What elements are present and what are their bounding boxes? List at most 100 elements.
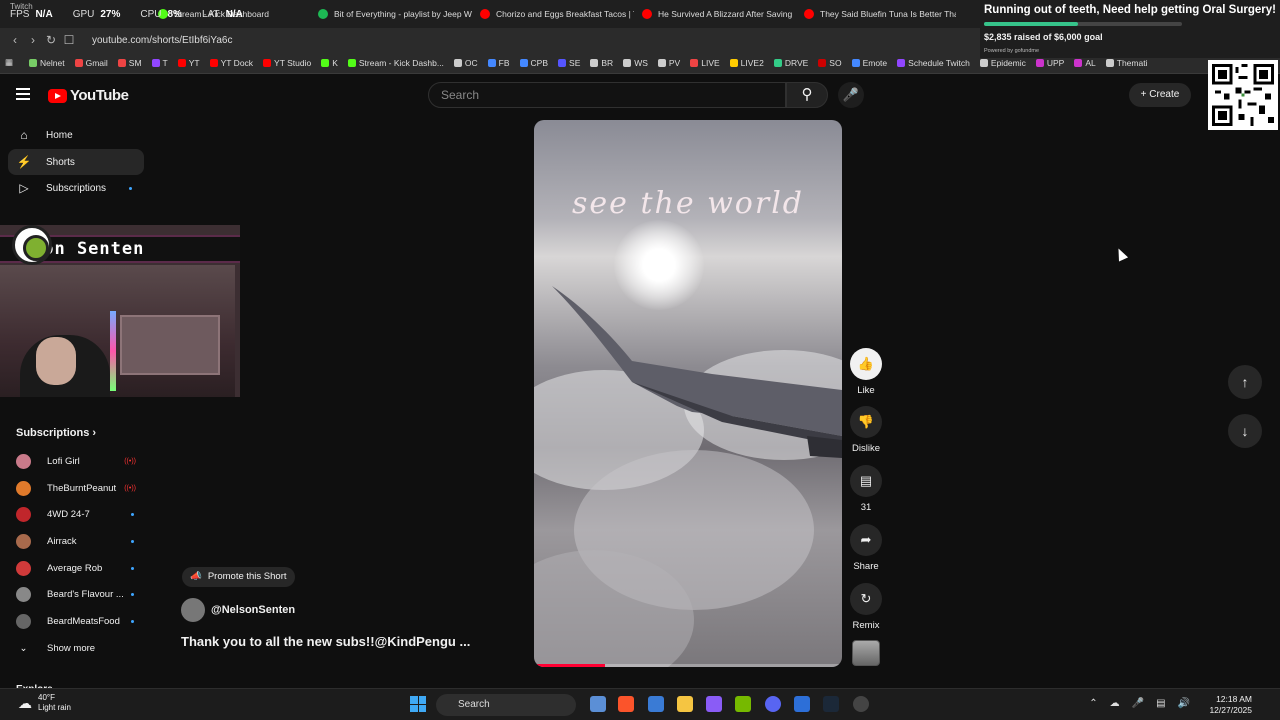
megaphone-icon: 📣 [190, 571, 202, 582]
bookmark-item[interactable]: YT [173, 58, 205, 68]
bookmark-item[interactable]: CPB [515, 58, 553, 68]
bookmark-item[interactable]: FB [483, 58, 515, 68]
taskbar-search-input[interactable]: Search [436, 694, 576, 716]
notepad-icon[interactable] [648, 696, 664, 712]
thumbs-up-icon: 👍 [850, 348, 882, 380]
bookmark-item[interactable]: Stream - Kick Dashb... [343, 58, 449, 68]
subscription-item[interactable]: Lofi Girl ((•)) [16, 451, 146, 471]
subscription-item[interactable]: Beard's Flavour ... [16, 584, 146, 604]
subscription-item[interactable]: TheBurntPeanut ((•)) [16, 478, 146, 498]
search-input[interactable]: Search [428, 82, 786, 108]
reload-icon[interactable]: ↻ [42, 33, 60, 47]
youtube-icon [480, 9, 490, 19]
new-content-dot [129, 186, 132, 190]
previous-short-button[interactable]: ↑ [1228, 365, 1262, 399]
bookmark-item[interactable]: K [316, 58, 343, 68]
bookmark-item[interactable]: SO [813, 58, 846, 68]
bookmark-item[interactable]: YT Studio [258, 58, 316, 68]
bookmark-item[interactable]: SE [553, 58, 585, 68]
bookmark-item[interactable]: Nelnet [24, 58, 70, 68]
forward-icon[interactable]: › [24, 33, 42, 47]
bookmark-item[interactable]: LIVE2 [725, 58, 769, 68]
eyeball-logo-icon [12, 225, 52, 265]
subscription-item[interactable]: 4WD 24-7 [16, 504, 146, 524]
remix-button[interactable]: ↻ Remix [848, 583, 884, 631]
bookmark-item[interactable]: SM [113, 58, 147, 68]
share-button[interactable]: ➦ Share [848, 524, 884, 572]
nvidia-icon[interactable] [735, 696, 751, 712]
subscription-item[interactable]: BeardMeatsFood [16, 611, 146, 631]
subscriptions-heading[interactable]: Subscriptions › [16, 427, 96, 439]
brave-browser-icon[interactable] [618, 696, 634, 712]
audio-thumbnail[interactable] [852, 640, 880, 666]
bookmark-item[interactable]: UPP [1031, 58, 1069, 68]
youtube-header: YouTube Search ⚲ 🎤 + Create [0, 74, 1280, 116]
browser-tab[interactable]: Bit of Everything - playlist by Jeep W [310, 0, 472, 28]
subscription-item[interactable]: Airrack [16, 531, 146, 551]
back-icon[interactable]: ‹ [6, 33, 24, 47]
microphone-icon[interactable]: 🎤 [1132, 698, 1144, 709]
taskbar-clock[interactable]: 12:18 AM 12/27/2025 [1209, 694, 1252, 716]
dislike-button[interactable]: 👎 Dislike [848, 406, 884, 454]
promote-short-button[interactable]: 📣 Promote this Short [182, 567, 295, 587]
create-button[interactable]: + Create [1129, 83, 1191, 107]
volume-icon[interactable]: 🔊 [1178, 698, 1190, 709]
bookmark-item[interactable]: LIVE [685, 58, 724, 68]
shorts-icon: ⚡ [16, 155, 32, 169]
bookmark-item[interactable]: PV [653, 58, 685, 68]
browser-tab[interactable]: Chorizo and Eggs Breakfast Tacos | T [472, 0, 634, 28]
browser-tab[interactable]: They Said Bluefin Tuna Is Better Than [796, 0, 956, 28]
bookmark-item[interactable]: AL [1069, 58, 1100, 68]
short-video-player[interactable]: see the world [534, 120, 842, 667]
bookmark-item[interactable]: Emote [847, 58, 893, 68]
bookmark-item[interactable]: WS [618, 58, 653, 68]
bookmark-item[interactable]: YT Dock [205, 58, 258, 68]
weather-widget[interactable]: ☁ 40°F Light rain [18, 693, 71, 713]
avatar [16, 506, 31, 522]
bookmark-icon[interactable]: ☐ [60, 33, 78, 47]
subscription-item[interactable]: Average Rob [16, 558, 146, 578]
short-title[interactable]: Thank you to all the new subs!!@KindPeng… [181, 634, 470, 649]
show-more-button[interactable]: ⌄ Show more [16, 638, 146, 658]
youtube-icon [804, 9, 814, 19]
like-button[interactable]: 👍 Like [848, 348, 884, 396]
bookmark-item[interactable]: Schedule Twitch [892, 58, 975, 68]
channel-link[interactable]: @NelsonSenten [181, 598, 295, 622]
youtube-logo[interactable]: YouTube [48, 87, 129, 104]
bookmark-item[interactable]: T [147, 58, 173, 68]
microphone-icon[interactable]: 🎤 [838, 82, 864, 108]
bookmark-item[interactable]: Gmail [70, 58, 113, 68]
hamburger-menu-icon[interactable] [16, 88, 30, 100]
sidebar-item-home[interactable]: ⌂ Home [8, 122, 144, 148]
task-view-icon[interactable] [590, 696, 606, 712]
bookmark-item[interactable]: Themati [1101, 58, 1153, 68]
obs-icon[interactable] [853, 696, 869, 712]
apps-icon[interactable]: ▦ [0, 57, 24, 68]
video-progress-bar[interactable] [534, 664, 842, 667]
bookmark-item[interactable]: OC [449, 58, 483, 68]
chevron-up-icon[interactable]: ⌃ [1089, 698, 1097, 709]
windows-start-icon[interactable] [410, 696, 426, 712]
browser-tab[interactable]: He Survived A Blizzard After Saving [634, 0, 796, 28]
bookmark-item[interactable]: DRVE [769, 58, 813, 68]
discord-icon[interactable] [765, 696, 781, 712]
new-content-dot [131, 619, 134, 623]
browser-tab-twitch[interactable]: Twitch [10, 2, 33, 11]
network-icon[interactable]: ▤ [1156, 698, 1165, 709]
bookmark-item[interactable]: BR [585, 58, 618, 68]
bookmark-item[interactable]: Epidemic [975, 58, 1031, 68]
avatar [16, 586, 31, 602]
sidebar-item-subscriptions[interactable]: ▷ Subscriptions [8, 175, 144, 201]
next-short-button[interactable]: ↓ [1228, 414, 1262, 448]
comments-button[interactable]: ▤ 31 [848, 465, 884, 513]
file-explorer-icon[interactable] [677, 696, 693, 712]
app-icon[interactable] [794, 696, 810, 712]
arrow-down-icon: ↓ [1241, 423, 1249, 439]
steam-icon[interactable] [823, 696, 839, 712]
app-icon[interactable] [706, 696, 722, 712]
sidebar-item-shorts[interactable]: ⚡ Shorts [8, 149, 144, 175]
cloud-icon[interactable]: ☁ [1110, 698, 1120, 709]
url-field[interactable]: youtube.com/shorts/EtIbf6iYa6c [92, 35, 232, 46]
search-button[interactable]: ⚲ [786, 82, 828, 108]
gofundme-title: Running out of teeth, Need help getting … [984, 4, 1276, 16]
